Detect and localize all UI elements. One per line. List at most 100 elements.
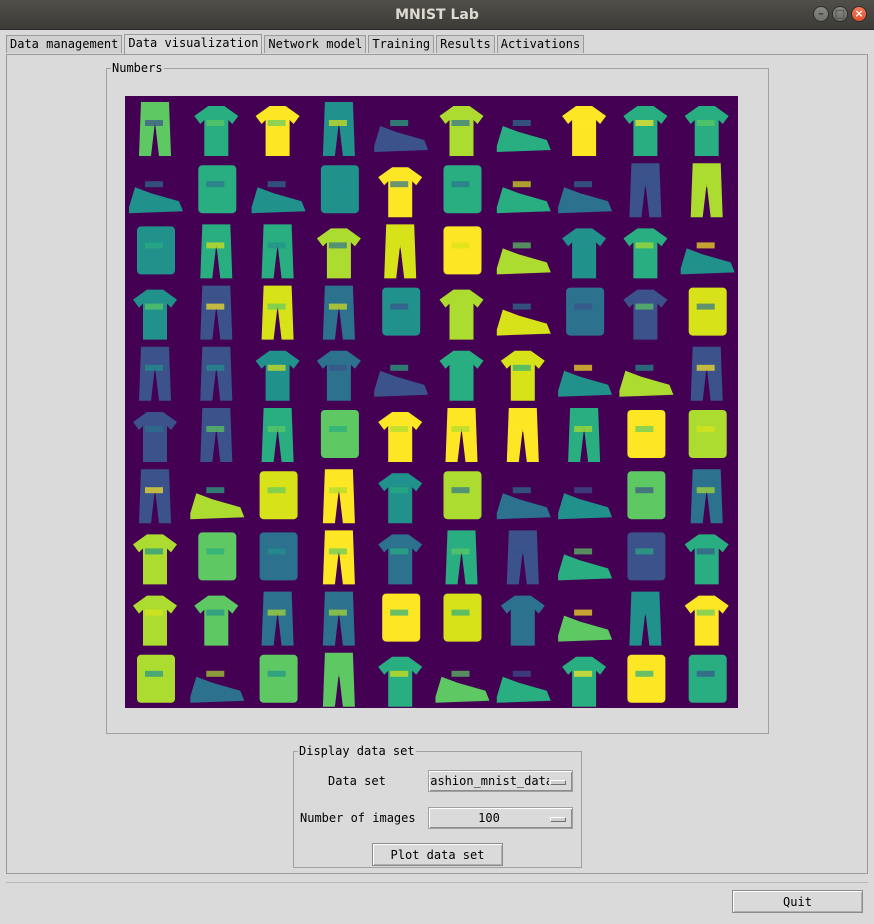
thumbnail <box>190 487 245 520</box>
thumbnail-detail <box>451 487 470 494</box>
thumbnail-shape <box>445 408 478 462</box>
thumbnail-shape <box>496 676 551 703</box>
tab-data-visualization[interactable]: Data visualization <box>124 34 263 54</box>
thumbnail <box>627 654 666 703</box>
tab-network-model[interactable]: Network model <box>264 35 367 53</box>
thumbnail-detail <box>390 181 409 188</box>
thumbnail-detail <box>267 120 286 126</box>
thumbnail <box>496 120 551 152</box>
thumbnail <box>378 656 423 707</box>
thumbnail <box>378 412 423 462</box>
thumbnail-detail <box>206 303 225 310</box>
plot-data-set-button[interactable]: Plot data set <box>372 843 503 866</box>
thumbnail-detail <box>451 242 470 249</box>
numbers-group-label: Numbers <box>112 61 163 75</box>
thumbnail-shape <box>690 346 723 401</box>
thumbnail-detail <box>390 364 409 371</box>
thumbnail <box>627 471 666 520</box>
close-icon[interactable]: × <box>851 6 867 22</box>
thumbnail-detail <box>635 181 654 188</box>
thumbnail-shape <box>320 165 359 214</box>
thumbnail-shape <box>259 471 298 520</box>
thumbnail-detail <box>206 609 225 616</box>
thumbnail-shape <box>320 410 359 458</box>
thumbnail-shape <box>255 106 300 156</box>
thumbnail-detail <box>574 181 593 188</box>
thumbnail <box>439 106 484 156</box>
thumbnail-detail <box>390 303 409 310</box>
minimize-icon[interactable]: – <box>813 6 829 22</box>
thumbnail-shape <box>688 410 727 458</box>
thumbnail-detail <box>328 181 347 188</box>
thumbnail <box>690 469 723 524</box>
thumbnail-detail <box>267 242 286 249</box>
thumbnail-detail <box>574 548 593 555</box>
thumbnail-shape <box>322 530 355 585</box>
thumbnail-shape <box>382 593 421 642</box>
thumbnail <box>322 530 355 585</box>
thumbnail-detail <box>635 426 654 432</box>
maximize-icon[interactable]: □ <box>832 6 848 22</box>
thumbnail-shape <box>568 408 601 462</box>
thumbnail <box>443 226 482 275</box>
thumbnail <box>255 106 300 156</box>
tab-data-management[interactable]: Data management <box>6 35 123 53</box>
thumbnail-detail <box>267 426 286 432</box>
thumbnail <box>435 670 490 703</box>
thumbnail-shape <box>322 102 355 156</box>
thumbnail-shape <box>316 350 361 401</box>
thumbnail-detail <box>451 426 470 432</box>
thumbnail-detail <box>512 548 531 555</box>
thumbnail-shape <box>562 656 607 707</box>
thumbnail <box>627 532 666 581</box>
thumbnail <box>259 471 298 520</box>
number-of-images-label: Number of images <box>300 811 416 825</box>
data-set-dropdown[interactable]: fashion_mnist_data <box>428 770 573 792</box>
quit-button[interactable]: Quit <box>732 890 863 913</box>
thumbnail-detail <box>390 548 409 555</box>
thumbnail <box>562 106 607 156</box>
thumbnail <box>445 530 478 585</box>
thumbnail-shape <box>496 493 551 520</box>
thumbnail <box>506 408 539 462</box>
thumbnail <box>255 350 300 401</box>
thumbnail <box>684 595 729 646</box>
thumbnail <box>200 285 233 340</box>
thumbnail <box>562 656 607 707</box>
thumbnail-shape <box>623 289 668 340</box>
tab-results[interactable]: Results <box>436 35 495 53</box>
number-of-images-value: 100 <box>478 811 500 825</box>
thumbnail-detail <box>512 487 531 494</box>
thumbnail-detail <box>206 670 225 677</box>
thumbnail-detail <box>574 364 593 371</box>
thumbnail <box>629 163 662 218</box>
thumbnail <box>139 469 171 524</box>
thumbnail-detail <box>206 242 225 249</box>
thumbnail-shape <box>133 412 177 462</box>
thumbnail-shape <box>133 534 177 585</box>
thumbnail-shape <box>435 676 490 703</box>
thumbnail-detail <box>390 487 409 494</box>
thumbnail-detail <box>574 303 593 310</box>
thumbnail <box>562 228 607 279</box>
window-controls: – □ × <box>813 6 867 22</box>
thumbnail-shape <box>627 471 666 520</box>
tab-activations[interactable]: Activations <box>496 35 585 53</box>
thumbnail-detail <box>206 487 225 494</box>
thumbnail <box>322 652 355 707</box>
thumbnail-shape <box>261 408 294 462</box>
number-of-images-dropdown[interactable]: 100 <box>428 807 573 829</box>
thumbnail <box>129 181 183 214</box>
thumbnail-detail <box>512 426 531 432</box>
dropdown-arrow-icon <box>550 817 566 822</box>
thumbnail <box>496 303 551 336</box>
thumbnail <box>133 289 177 340</box>
thumbnail <box>496 242 551 275</box>
thumbnail <box>627 410 666 458</box>
thumbnail <box>374 120 429 152</box>
thumbnail <box>445 408 478 462</box>
thumbnail-detail <box>145 548 163 555</box>
tab-training[interactable]: Training <box>368 35 435 53</box>
thumbnail-shape <box>382 287 421 336</box>
thumbnail-detail <box>635 548 654 555</box>
